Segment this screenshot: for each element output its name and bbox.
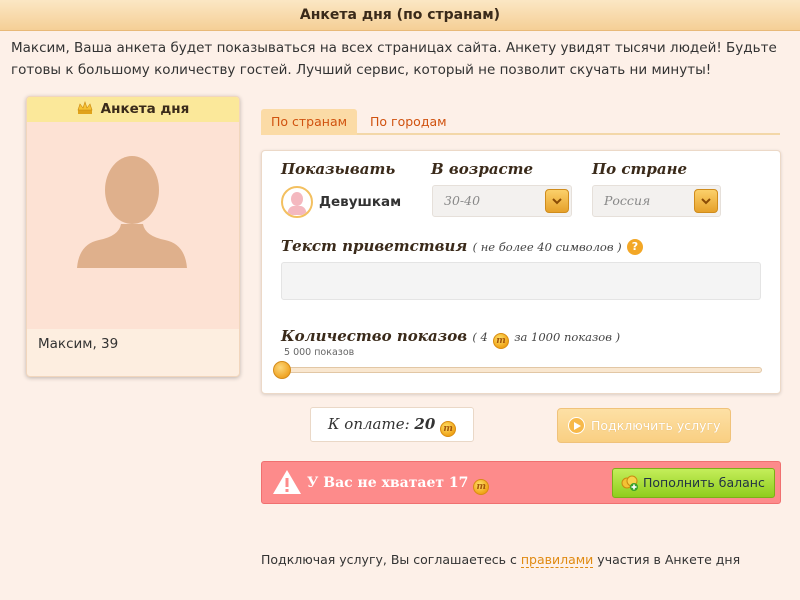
greeting-input[interactable]: [281, 262, 761, 300]
warning-icon: [273, 470, 301, 494]
avatar-placeholder-icon: [77, 156, 187, 268]
coin-icon: т: [440, 421, 457, 437]
connect-service-button[interactable]: Подключить услугу: [557, 408, 731, 443]
terms-note: Подключая услугу, Вы соглашаетесь с прав…: [261, 552, 741, 568]
warning-text-row: У Вас не хватает 17 т: [307, 462, 490, 505]
top-up-label: Пополнить баланс: [643, 475, 765, 490]
terms-suffix: участия в Анкете дня: [597, 552, 741, 567]
top-up-balance-button[interactable]: Пополнить баланс: [612, 468, 775, 498]
insufficient-funds-alert: У Вас не хватает 17 т Пополнить баланс: [261, 461, 781, 504]
age-select[interactable]: 30-40: [432, 185, 572, 217]
crown-icon: [77, 99, 93, 114]
show-label: Показывать: [281, 160, 396, 178]
tab-by-city[interactable]: По городам: [360, 109, 457, 135]
card-header: Анкета дня: [27, 97, 239, 122]
female-avatar-icon: [281, 186, 313, 218]
count-slider-handle[interactable]: [273, 361, 291, 379]
intro-text: Максим, Ваша анкета будет показываться н…: [11, 40, 777, 78]
age-select-value: 30-40: [444, 193, 481, 208]
connect-service-label: Подключить услугу: [591, 418, 721, 433]
country-select-value: Россия: [604, 193, 651, 208]
coin-icon: т: [493, 333, 510, 349]
profile-name: Максим, 39: [38, 336, 119, 352]
payment-label: К оплате:: [327, 415, 410, 433]
country-select[interactable]: Россия: [592, 185, 721, 217]
chevron-down-icon[interactable]: [545, 189, 569, 213]
payment-amount: 20: [414, 415, 436, 433]
gender-selector[interactable]: Девушкам: [281, 186, 401, 218]
payment-amount-box: К оплате: 20 т: [310, 407, 474, 442]
warning-text: У Вас не хватает 17: [307, 475, 469, 491]
profile-photo[interactable]: [27, 122, 239, 329]
page-title: Анкета дня (по странам): [0, 0, 800, 31]
slider-value-label: 5 000 показов: [284, 347, 355, 358]
greeting-label-row: Текст приветствия ( не более 40 символов…: [281, 237, 643, 255]
profile-card[interactable]: Анкета дня Максим, 39: [26, 96, 240, 377]
greeting-note: ( не более 40 символов ): [472, 240, 622, 254]
rules-link[interactable]: правилами: [520, 552, 594, 568]
tab-by-country[interactable]: По странам: [261, 109, 358, 135]
coin-icon: т: [473, 479, 490, 495]
card-header-label: Анкета дня: [100, 101, 190, 117]
count-note-suffix: за 1000 показов ): [514, 330, 621, 344]
settings-panel: Показывать В возрасте По стране Девушкам…: [261, 150, 781, 394]
terms-prefix: Подключая услугу, Вы соглашаетесь с: [261, 552, 517, 567]
arrow-right-icon: [568, 417, 585, 434]
chevron-down-icon[interactable]: [694, 189, 718, 213]
count-note-prefix: ( 4: [472, 330, 488, 344]
country-label: По стране: [592, 160, 688, 178]
tab-bar: По странам По городам: [261, 109, 780, 135]
count-label-row: Количество показов ( 4 т за 1000 показов…: [281, 327, 620, 349]
count-slider-track[interactable]: [281, 367, 762, 373]
count-label: Количество показов: [281, 327, 468, 345]
coins-plus-icon: [621, 475, 638, 491]
age-label: В возрасте: [431, 160, 534, 178]
gender-value: Девушкам: [319, 194, 402, 210]
help-icon[interactable]: ?: [626, 239, 643, 255]
greeting-label: Текст приветствия: [281, 237, 468, 255]
